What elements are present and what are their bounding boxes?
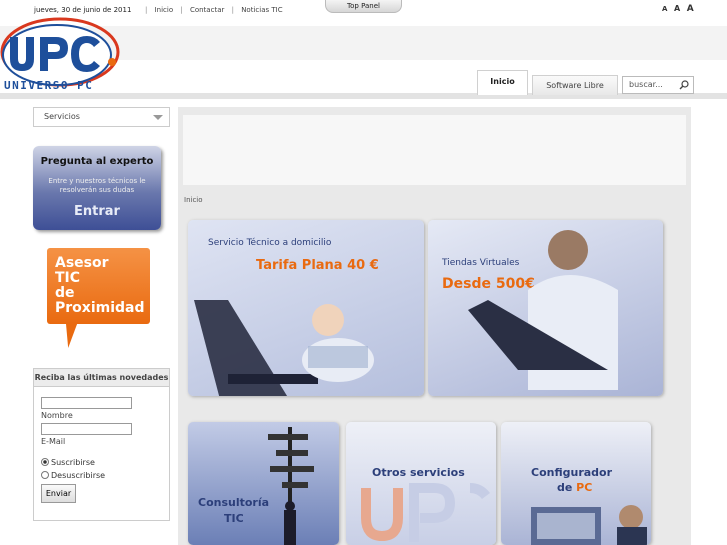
email-field[interactable] <box>41 423 132 435</box>
experto-title: Pregunta al experto <box>40 156 154 167</box>
nav-inicio[interactable]: Inicio <box>155 6 174 14</box>
laptop-baby-illustration <box>194 300 374 396</box>
servicio-tecnico-panel[interactable]: Servicio Técnico a domicilio Tarifa Plan… <box>188 220 424 396</box>
nav-noticias-tic[interactable]: Noticias TIC <box>241 6 282 14</box>
top-nav: | Inicio | Contactar | Noticias TIC <box>145 6 283 14</box>
font-increase-button[interactable]: A <box>687 4 694 14</box>
name-field[interactable] <box>41 397 132 409</box>
tab-inicio[interactable]: Inicio <box>477 70 528 95</box>
otros-servicios-panel[interactable]: Otros servicios <box>346 422 496 545</box>
name-label: Nombre <box>41 411 73 420</box>
unsubscribe-radio[interactable]: Desuscribirse <box>41 471 105 480</box>
otros-title: Otros servicios <box>372 466 465 479</box>
consultoria-line2: TIC <box>224 512 244 525</box>
asesor-line: TIC <box>55 270 81 286</box>
enviar-button[interactable]: Enviar <box>41 484 76 503</box>
logo-name: UNIVERSO PC <box>4 79 94 92</box>
servicios-dropdown[interactable]: Servicios <box>33 107 170 127</box>
man-laptop-illustration <box>468 230 618 390</box>
servicio-price: Tarifa Plana 40 € <box>256 258 379 273</box>
top-panel-toggle[interactable]: Top Panel <box>325 0 402 13</box>
search-input[interactable]: buscar... <box>622 76 694 94</box>
nav-contactar[interactable]: Contactar <box>190 6 224 14</box>
email-label: E-Mail <box>41 437 66 446</box>
consultoria-tic-panel[interactable]: Consultoría TIC <box>188 422 339 545</box>
font-reset-button[interactable]: A <box>674 4 680 13</box>
entrar-button[interactable]: Entrar <box>33 204 161 219</box>
technician-illustration <box>531 505 647 545</box>
font-decrease-button[interactable]: A <box>662 5 667 13</box>
asesor-line: Proximidad <box>55 300 145 316</box>
configurador-pc-panel[interactable]: Configurador de PC <box>501 422 651 545</box>
upc-watermark-icon <box>361 483 490 542</box>
asesor-line: de <box>55 285 75 301</box>
search-icon[interactable] <box>679 80 689 90</box>
asesor-line: Asesor <box>55 255 109 271</box>
configurador-line2: de PC <box>557 481 593 494</box>
consultoria-line1: Consultoría <box>198 496 270 509</box>
newsletter-title: Reciba las últimas novedades <box>34 369 169 387</box>
subscribe-radio[interactable]: Suscribirse <box>41 458 95 467</box>
servicio-title: Servicio Técnico a domicilio <box>208 238 332 248</box>
experto-subtitle: Entre y nuestros técnicos le resolverán … <box>48 177 146 194</box>
signpost-illustration <box>268 427 314 545</box>
tab-software-libre[interactable]: Software Libre <box>532 75 618 95</box>
pregunta-experto-banner[interactable]: Pregunta al experto Entre y nuestros téc… <box>33 146 161 230</box>
configurador-line1: Configurador <box>531 466 613 479</box>
breadcrumb: Inicio <box>184 196 203 204</box>
tiendas-virtuales-panel[interactable]: Tiendas Virtuales Desde 500€ <box>428 220 663 396</box>
speech-tail <box>62 322 78 348</box>
asesor-tic-banner[interactable]: Asesor TIC de Proximidad <box>47 248 150 324</box>
font-size-controls: A A A <box>662 4 698 14</box>
newsletter-box: Reciba las últimas novedades Nombre E-Ma… <box>33 368 170 521</box>
chevron-down-icon <box>153 115 163 120</box>
banner-area <box>183 115 686 185</box>
